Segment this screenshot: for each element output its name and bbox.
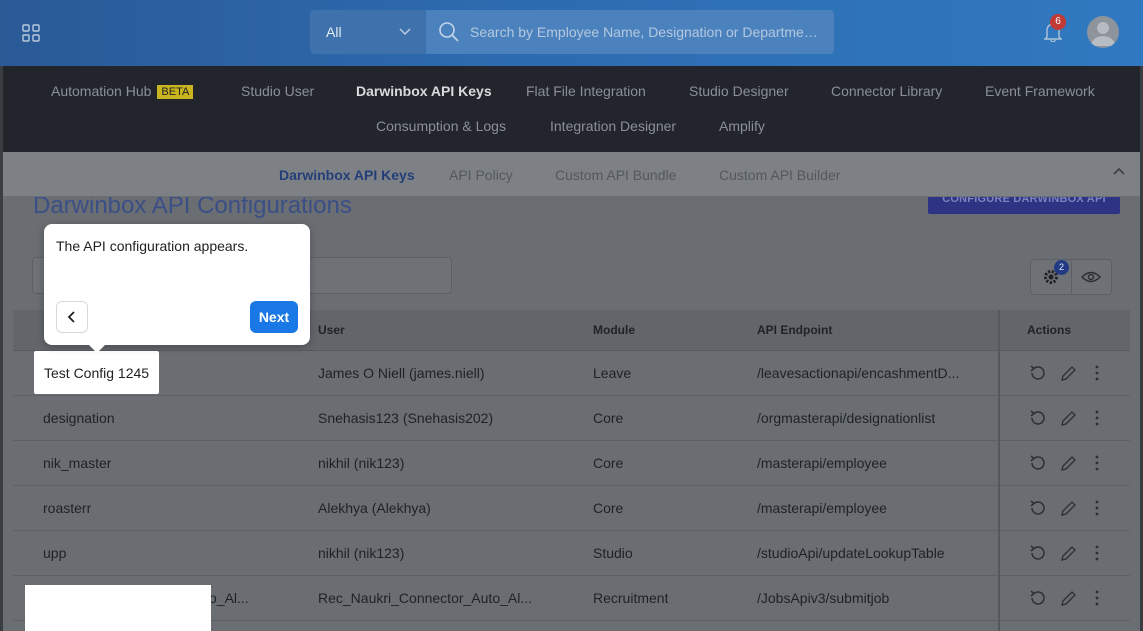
beta-badge: BETA [157,85,194,99]
cell-user: Snehasis123 (Snehasis202) [318,410,494,426]
edit-icon[interactable] [1059,544,1077,562]
tab-darwinbox-api-keys[interactable]: Darwinbox API Keys [279,167,415,183]
nav-item-darwinbox-api-keys[interactable]: Darwinbox API Keys [356,83,492,99]
cell-user: James O Niell (james.niell) [318,365,485,381]
nav-item-consumption-logs[interactable]: Consumption & Logs [376,118,506,134]
edit-icon[interactable] [1059,364,1077,382]
search-placeholder: Search by Employee Name, Designation or … [470,24,820,40]
cell-module: Recruitment [593,590,669,606]
tab-custom-api-builder[interactable]: Custom API Builder [719,167,840,183]
more-vertical-icon[interactable] [1088,454,1106,472]
guide-tooltip: The API configuration appears. Next [44,224,310,353]
cell-module: Core [593,500,624,516]
cell-name: Test Config 1245 [44,365,150,381]
cell-name: o_Al... [209,590,249,606]
refresh-icon[interactable] [1028,409,1046,427]
chevron-left-icon [67,311,75,323]
cell-module: Leave [593,365,632,381]
refresh-icon[interactable] [1028,589,1046,607]
apps-grid-icon[interactable] [22,24,40,42]
search-icon [439,22,459,42]
settings-badge: 2 [1054,260,1069,275]
chevron-down-icon [399,28,411,36]
column-header-module[interactable]: Module [593,323,635,337]
cell-user: nikhil (nik123) [318,545,405,561]
more-vertical-icon[interactable] [1088,409,1106,427]
cell-user: Rec_Naukri_Connector_Auto_Al... [318,590,533,606]
page-title: Darwinbox API Configurations [33,197,352,219]
cell-user: nikhil (nik123) [318,455,405,471]
table-row[interactable]: James O Niell (james.niell) Leave /leave… [13,351,1130,396]
cell-name: designation [43,410,115,426]
next-button[interactable]: Next [250,301,298,333]
search-scope-select[interactable]: All [310,10,426,54]
main-nav: Automation Hub BETA Studio User Darwinbox… [3,66,1140,152]
cell-endpoint: /masterapi/employee [757,500,887,516]
overlay-block [25,585,211,631]
notification-count-badge: 6 [1050,14,1066,30]
cell-user: Alekhya (Alekhya) [318,500,431,516]
eye-icon[interactable] [1081,269,1101,285]
edit-icon[interactable] [1059,454,1077,472]
more-vertical-icon[interactable] [1088,499,1106,517]
nav-item-amplify[interactable]: Amplify [719,118,765,134]
cell-endpoint: /leavesactionapi/encashmentD... [757,365,960,381]
table-row[interactable]: designation Snehasis123 (Snehasis202) Co… [13,396,1130,441]
cell-name: roasterr [43,500,92,516]
nav-item-integration-designer[interactable]: Integration Designer [550,118,676,134]
highlighted-config-name[interactable]: Test Config 1245 [34,351,159,394]
search-input[interactable]: Search by Employee Name, Designation or … [426,10,834,54]
table-row[interactable]: roasterr Alekhya (Alekhya) Core /mastera… [13,486,1130,531]
configure-api-button[interactable]: CONFIGURE DARWINBOX API [928,197,1120,214]
sub-nav: Darwinbox API Keys API Policy Custom API… [3,152,1140,197]
user-avatar[interactable] [1087,16,1119,48]
back-button[interactable] [56,301,88,333]
search-scope-value: All [326,24,342,40]
refresh-icon[interactable] [1028,499,1046,517]
tab-custom-api-bundle[interactable]: Custom API Bundle [555,167,676,183]
cell-endpoint: /masterapi/employee [757,455,887,471]
cell-endpoint: /JobsApiv3/submitjob [757,590,890,606]
avatar-silhouette-icon [1091,22,1115,46]
nav-item-label: Automation Hub [51,83,152,99]
nav-item-automation-hub[interactable]: Automation Hub BETA [51,83,194,99]
nav-item-studio-user[interactable]: Studio User [241,83,314,99]
tab-api-policy[interactable]: API Policy [449,167,513,183]
cell-endpoint: /studioApi/updateLookupTable [757,545,945,561]
cell-module: Core [593,410,624,426]
tooltip-text: The API configuration appears. [56,238,249,254]
table-row[interactable]: nik_master nikhil (nik123) Core /mastera… [13,441,1130,486]
more-vertical-icon[interactable] [1088,364,1106,382]
cell-name: upp [43,545,67,561]
global-search: All Search by Employee Name, Designation… [310,10,834,54]
more-vertical-icon[interactable] [1088,589,1106,607]
more-vertical-icon[interactable] [1088,544,1106,562]
nav-item-connector-library[interactable]: Connector Library [831,83,942,99]
column-header-api-endpoint[interactable]: API Endpoint [757,323,832,337]
cell-endpoint: /orgmasterapi/designationlist [757,410,936,426]
column-header-user[interactable]: User [318,323,345,337]
refresh-icon[interactable] [1028,454,1046,472]
edit-icon[interactable] [1059,409,1077,427]
cell-module: Studio [593,545,633,561]
cell-module: Core [593,455,624,471]
nav-item-studio-designer[interactable]: Studio Designer [689,83,789,99]
edit-icon[interactable] [1059,589,1077,607]
divider [1071,260,1072,294]
top-header: All Search by Employee Name, Designation… [0,0,1143,66]
nav-item-flat-file-integration[interactable]: Flat File Integration [526,83,646,99]
nav-item-event-framework[interactable]: Event Framework [985,83,1095,99]
edit-icon[interactable] [1059,499,1077,517]
refresh-icon[interactable] [1028,364,1046,382]
refresh-icon[interactable] [1028,544,1046,562]
cell-name: nik_master [43,455,112,471]
table-row[interactable]: upp nikhil (nik123) Studio /studioApi/up… [13,531,1130,576]
chevron-up-icon[interactable] [1112,164,1126,178]
table-tools: 2 [1030,259,1112,295]
